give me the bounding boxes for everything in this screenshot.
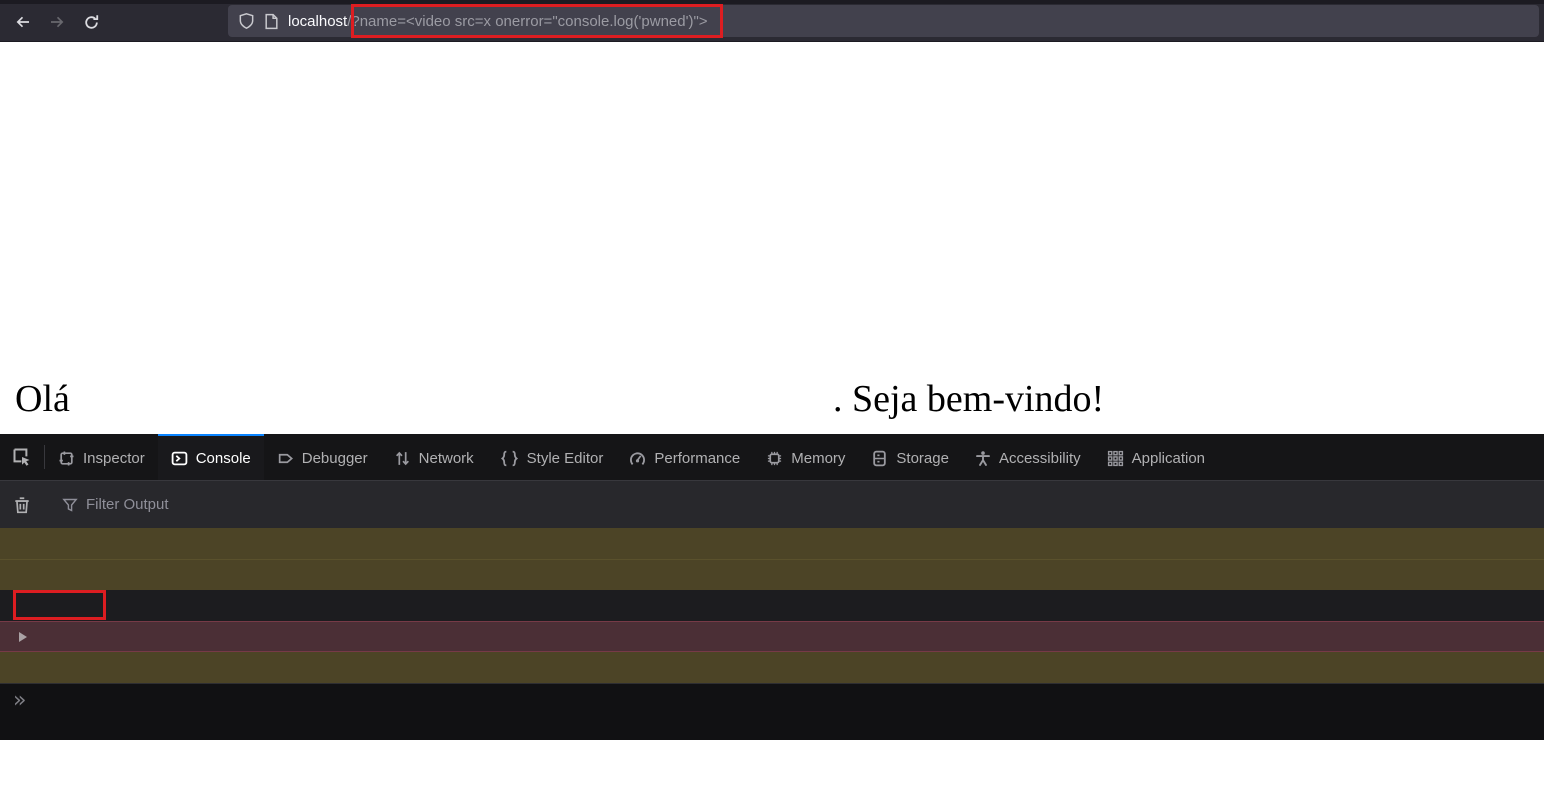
application-icon bbox=[1107, 450, 1124, 467]
tab-accessibility[interactable]: Accessibility bbox=[962, 434, 1094, 480]
console-message-quirks-mode: This page is in Quirks Mode. Page layout… bbox=[0, 528, 1544, 559]
forward-arrow-icon bbox=[48, 14, 66, 30]
console-toolbar bbox=[0, 481, 1544, 528]
tab-network[interactable]: Network bbox=[381, 434, 487, 480]
tabstrip-edge bbox=[0, 0, 1544, 4]
tab-storage[interactable]: Storage bbox=[858, 434, 962, 480]
trash-icon bbox=[13, 495, 31, 515]
node-picker-button[interactable] bbox=[0, 434, 44, 480]
reload-button[interactable] bbox=[74, 7, 108, 37]
url-query: /?name=<video src=x onerror="console.log… bbox=[347, 13, 707, 30]
expand-arrow-icon[interactable] bbox=[19, 632, 27, 642]
page-icon[interactable] bbox=[264, 13, 279, 30]
tab-label: Network bbox=[419, 450, 474, 467]
tab-console[interactable]: Console bbox=[158, 434, 264, 480]
performance-icon bbox=[629, 450, 646, 467]
back-button[interactable] bbox=[6, 7, 40, 37]
tab-label: Console bbox=[196, 450, 251, 467]
back-arrow-icon bbox=[14, 14, 32, 30]
storage-icon bbox=[871, 450, 888, 467]
clear-console-button[interactable] bbox=[0, 495, 44, 515]
devtools-tabbar: Inspector Console Debugger bbox=[0, 434, 1544, 481]
tab-label: Debugger bbox=[302, 450, 368, 467]
console-icon bbox=[171, 450, 188, 467]
tab-application[interactable]: Application bbox=[1094, 434, 1218, 480]
tab-label: Application bbox=[1132, 450, 1205, 467]
forward-button[interactable] bbox=[40, 7, 74, 37]
debugger-icon bbox=[277, 450, 294, 467]
url-text: localhost/?name=<video src=x onerror="co… bbox=[288, 13, 708, 30]
tab-label: Style Editor bbox=[527, 450, 604, 467]
tab-label: Accessibility bbox=[999, 450, 1081, 467]
tab-label: Performance bbox=[654, 450, 740, 467]
console-message-pwned: pwned bbox=[0, 590, 1544, 621]
reload-icon bbox=[83, 14, 100, 31]
tab-style-editor[interactable]: Style Editor bbox=[487, 434, 617, 480]
accessibility-icon bbox=[975, 450, 991, 467]
url-host: localhost bbox=[288, 13, 347, 30]
tab-performance[interactable]: Performance bbox=[616, 434, 753, 480]
tab-inspector[interactable]: Inspector bbox=[45, 434, 158, 480]
url-bar[interactable]: localhost/?name=<video src=x onerror="co… bbox=[228, 5, 1539, 37]
console-message-content-type: HTTP “Content-Type” of “text/html” is no… bbox=[0, 559, 1544, 590]
memory-icon bbox=[766, 450, 783, 467]
devtools-panel: Inspector Console Debugger bbox=[0, 434, 1544, 740]
console-input-area[interactable]: » bbox=[0, 683, 1544, 740]
filter-output-input[interactable] bbox=[86, 496, 1544, 513]
network-icon bbox=[394, 450, 411, 467]
tab-memory[interactable]: Memory bbox=[753, 434, 858, 480]
console-input-prompt[interactable]: » bbox=[13, 688, 26, 713]
style-editor-icon bbox=[500, 450, 519, 467]
console-message-favicon-error: GEThttp://localhost/favicon.ico bbox=[0, 621, 1544, 652]
console-output: This page is in Quirks Mode. Page layout… bbox=[0, 528, 1544, 683]
page-greeting-prefix: Olá bbox=[15, 377, 70, 421]
tab-label: Storage bbox=[896, 450, 949, 467]
tab-debugger[interactable]: Debugger bbox=[264, 434, 381, 480]
console-message-cannot-play: Cannot play media. No decoders for reque… bbox=[0, 652, 1544, 683]
tab-label: Memory bbox=[791, 450, 845, 467]
page-greeting-suffix: . Seja bem-vindo! bbox=[833, 377, 1104, 421]
inspector-icon bbox=[58, 450, 75, 467]
tab-label: Inspector bbox=[83, 450, 145, 467]
node-picker-icon bbox=[11, 447, 33, 467]
shield-icon[interactable] bbox=[238, 12, 255, 30]
filter-icon bbox=[62, 497, 78, 513]
browser-toolbar: localhost/?name=<video src=x onerror="co… bbox=[0, 0, 1544, 42]
